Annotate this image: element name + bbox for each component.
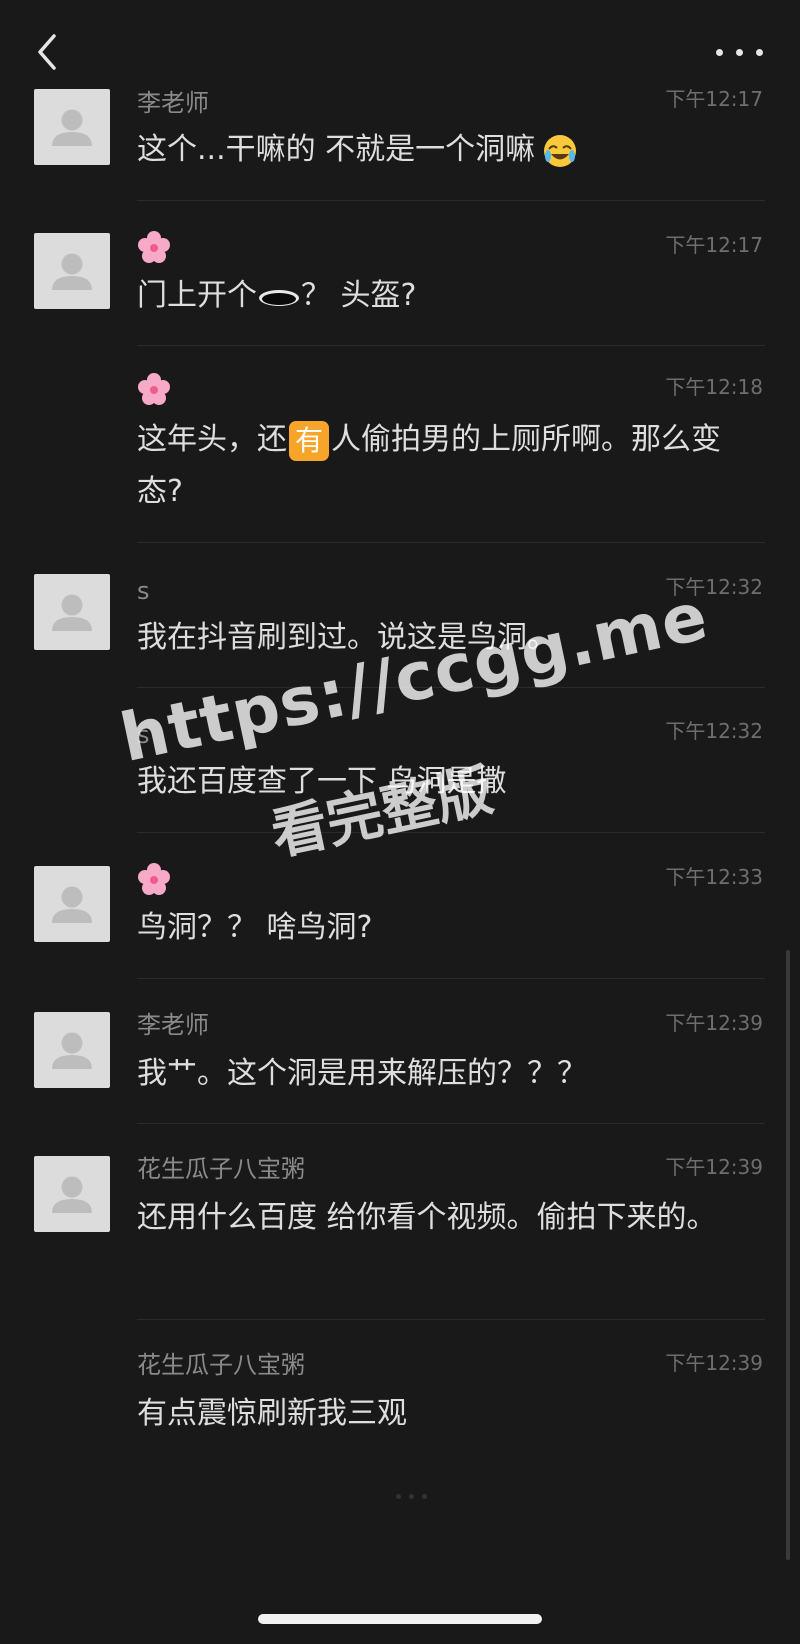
message-text: 我艹。这个洞是用来解压的？？？ [137,1056,587,1091]
message-time: 下午12:39 [665,1351,763,1375]
message-text: 鸟洞？？ 啥鸟洞? [137,910,373,945]
message-item[interactable]: s 下午12:32 我还百度查了一下 鸟洞是撒 [0,716,800,828]
message-text: 这个...干嘛的 不就是一个洞嘛 [137,124,757,176]
message-time: 下午12:39 [665,1011,763,1035]
avatar[interactable] [34,574,110,650]
avatar[interactable] [34,89,110,165]
message-text: 我还百度查了一下 鸟洞是撒 [137,764,507,799]
scrollbar[interactable] [786,950,790,1560]
rolling-laughing-emoji [544,134,577,167]
sender-name [137,372,171,406]
divider [137,200,765,201]
sender-name: 李老师 [137,89,209,117]
chevron-left-icon [38,34,56,70]
divider [137,832,765,833]
top-bar [0,0,800,90]
message-time: 下午12:39 [665,1155,763,1179]
more-horizontal-icon [716,49,723,56]
message-item[interactable]: 下午12:18 这年头，还有人偷拍男的上厕所啊。那么变态? [0,372,800,542]
home-indicator[interactable] [258,1614,542,1624]
divider [137,978,765,979]
sender-name: s [137,721,150,749]
message-item[interactable]: 花生瓜子八宝粥 下午12:39 有点震惊刷新我三观 [0,1348,800,1460]
message-item[interactable]: 李老师 下午12:39 我艹。这个洞是用来解压的？？？ [0,1008,800,1120]
sender-name: 花生瓜子八宝粥 [137,1351,305,1379]
divider [137,345,765,346]
message-item[interactable]: 李老师 下午12:17 这个...干嘛的 不就是一个洞嘛 [0,86,800,202]
more-options-button[interactable] [712,30,772,74]
sender-name: 花生瓜子八宝粥 [137,1155,305,1183]
hole-icon [259,289,299,306]
avatar[interactable] [34,866,110,942]
back-button[interactable] [30,30,70,74]
message-text: 我在抖音刷到过。说这是鸟洞。 [137,620,557,655]
message-time: 下午12:17 [665,233,763,257]
avatar[interactable] [34,233,110,309]
divider [137,687,765,688]
message-text: 门上开个 ？ 头盔? [137,278,417,313]
divider [137,1123,765,1124]
you-badge: 有 [289,420,329,461]
cherry-blossom-icon [138,231,170,263]
divider [137,1319,765,1320]
message-text: 这年头，还有人偷拍男的上厕所啊。那么变态? [137,420,721,509]
loading-indicator [396,1484,435,1503]
message-time: 下午12:18 [665,375,763,399]
message-item[interactable]: 下午12:33 鸟洞？？ 啥鸟洞? [0,862,800,974]
message-text: 有点震惊刷新我三观 [137,1396,407,1431]
message-text: 还用什么百度 给你看个视频。偷拍下来的。 [137,1200,717,1235]
message-item[interactable]: s 下午12:32 我在抖音刷到过。说这是鸟洞。 [0,572,800,684]
sender-name: 李老师 [137,1011,209,1039]
message-time: 下午12:32 [665,575,763,599]
avatar[interactable] [34,1012,110,1088]
sender-name: s [137,577,150,605]
sender-name [137,230,171,264]
message-time: 下午12:17 [665,87,763,111]
message-item[interactable]: 下午12:17 门上开个 ？ 头盔? [0,230,800,346]
message-item[interactable]: 花生瓜子八宝粥 下午12:39 还用什么百度 给你看个视频。偷拍下来的。 [0,1152,800,1312]
cherry-blossom-icon [138,863,170,895]
message-time: 下午12:33 [665,865,763,889]
cherry-blossom-icon [138,373,170,405]
divider [137,542,765,543]
message-time: 下午12:32 [665,719,763,743]
sender-name [137,862,171,896]
avatar[interactable] [34,1156,110,1232]
